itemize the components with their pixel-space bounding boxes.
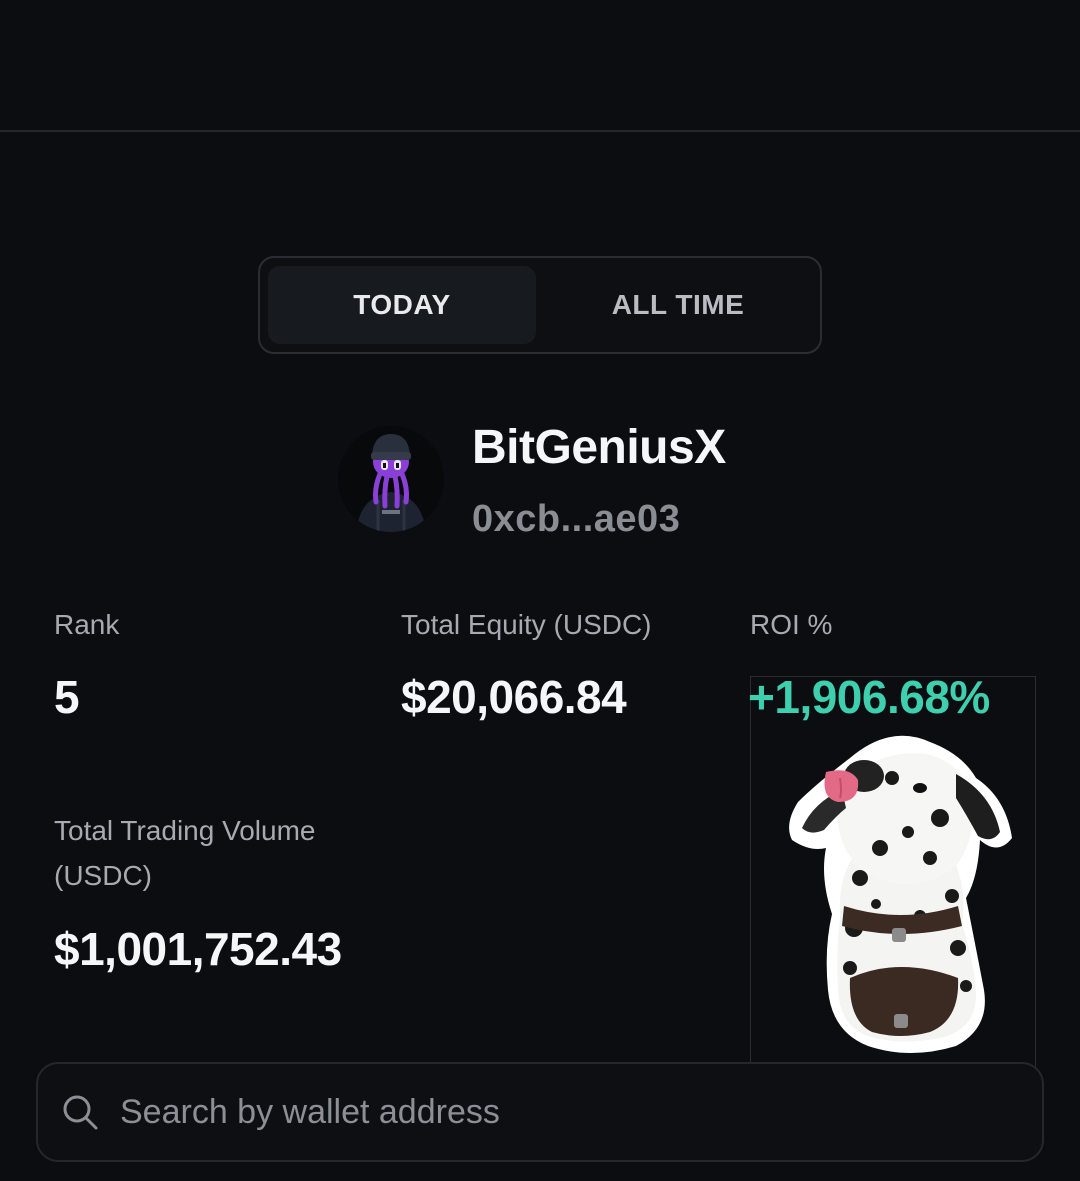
leaderboard-page: TODAY ALL TIME BitGeniusX 0xcb...ae03 Ra… [0, 0, 1080, 1181]
volume-value: $1,001,752.43 [54, 923, 342, 975]
profile-username: BitGeniusX [472, 421, 726, 474]
roi-label: ROI % [750, 609, 833, 640]
rank-value: 5 [54, 671, 80, 723]
profile-wallet-address[interactable]: 0xcb...ae03 [472, 498, 680, 541]
volume-label: Total Trading Volume (USDC) [54, 815, 316, 891]
period-toggle: TODAY ALL TIME [258, 256, 822, 354]
equity-label: Total Equity (USDC) [401, 609, 652, 640]
search-input[interactable] [120, 1082, 1042, 1142]
equity-value: $20,066.84 [401, 671, 627, 723]
wallet-search-bar [36, 1062, 1044, 1162]
avatar [338, 426, 444, 532]
tab-all-time[interactable]: ALL TIME [544, 266, 812, 344]
rank-label: Rank [54, 609, 120, 640]
roi-value: +1,906.68% [748, 671, 990, 723]
dalmatian-dog-sticker [789, 735, 1012, 1053]
octopus-avatar-image [338, 426, 444, 532]
header-divider [0, 130, 1080, 132]
tab-today[interactable]: TODAY [268, 266, 536, 344]
search-icon [63, 1095, 98, 1130]
